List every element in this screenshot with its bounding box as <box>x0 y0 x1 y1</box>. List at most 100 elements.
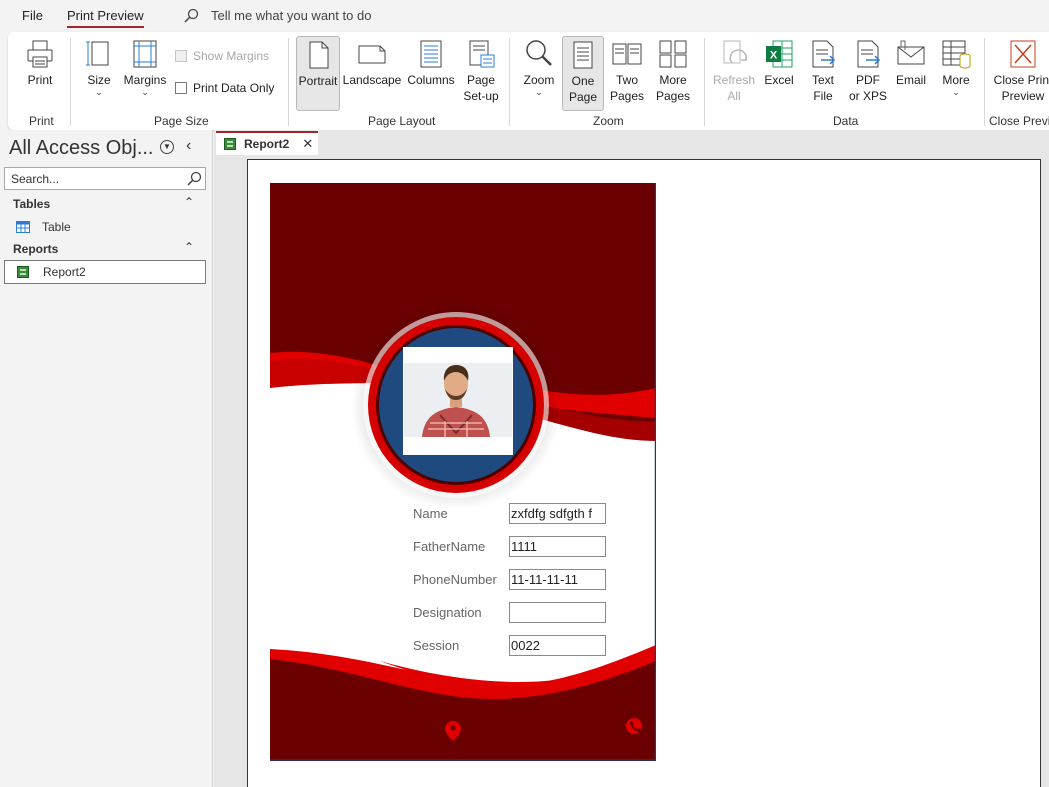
print-label: Print <box>27 73 53 87</box>
size-button[interactable]: Size ⌄ <box>84 38 114 97</box>
more-pages-label-2: Pages <box>655 89 691 103</box>
separator <box>984 38 985 126</box>
page-setup-label-2: Set-up <box>463 89 499 103</box>
chevron-up-icon[interactable]: ⌃ <box>184 195 194 209</box>
page-size-icon <box>86 41 109 66</box>
page-setup-button[interactable]: Page Set-up <box>460 38 502 104</box>
menu-bar: File Print Preview Tell me what you want… <box>0 0 1049 32</box>
separator <box>70 38 71 126</box>
excel-icon: X <box>766 40 793 68</box>
zoom-button[interactable]: Zoom ⌄ <box>518 38 560 97</box>
one-page-label-2: Page <box>568 90 598 104</box>
text-file-label-2: File <box>813 89 833 103</box>
text-file-button[interactable]: Text File <box>804 38 842 104</box>
field-label-designation: Designation <box>413 605 482 620</box>
excel-button[interactable]: X Excel <box>760 38 798 88</box>
close-label-1: Close Print <box>993 73 1049 87</box>
one-page-button[interactable]: One Page <box>562 36 604 111</box>
chevron-down-icon: ⌄ <box>535 87 543 97</box>
separator <box>704 38 705 126</box>
columns-button[interactable]: Columns <box>406 38 456 88</box>
email-button[interactable]: Email <box>892 38 930 88</box>
checkbox-box <box>175 82 187 94</box>
pdf-icon <box>857 40 881 68</box>
menu-file[interactable]: File <box>22 8 43 23</box>
tab-report2[interactable]: Report2 ✕ <box>216 131 318 155</box>
svg-text:X: X <box>770 50 778 62</box>
chevron-down-icon[interactable]: ▼ <box>160 140 174 154</box>
margins-button[interactable]: Margins ⌄ <box>122 38 168 97</box>
two-pages-label-1: Two <box>615 73 638 87</box>
close-label-2: Preview <box>1001 89 1045 103</box>
close-print-preview-button[interactable]: Close Print Preview <box>990 38 1049 104</box>
close-icon <box>1010 40 1036 68</box>
page-setup-icon <box>469 40 495 68</box>
show-margins-label: Show Margins <box>193 49 270 63</box>
chevron-up-icon[interactable]: ⌃ <box>184 240 194 254</box>
field-label-name: Name <box>413 506 448 521</box>
separator <box>288 38 289 126</box>
field-value-session: 0022 <box>509 635 606 656</box>
checkbox-box <box>175 50 187 62</box>
collapse-icon[interactable]: ‹ <box>186 137 191 155</box>
text-file-label-1: Text <box>811 73 834 87</box>
one-page-icon <box>573 41 593 69</box>
print-button[interactable]: Print <box>20 38 60 88</box>
search-input[interactable]: Search... <box>4 167 206 190</box>
group-label-page-layout: Page Layout <box>368 114 436 128</box>
group-label-close-preview: Close Preview <box>989 114 1049 128</box>
nav-item-report2[interactable]: Report2 <box>4 260 206 284</box>
chevron-down-icon: ⌄ <box>95 87 103 97</box>
tell-me-search[interactable]: Tell me what you want to do <box>211 8 371 23</box>
magnifier-icon <box>526 40 552 66</box>
print-data-only-checkbox[interactable]: Print Data Only <box>175 81 274 95</box>
group-label-print: Print <box>29 114 54 128</box>
refresh-label-1: Refresh <box>712 73 756 87</box>
chevron-down-icon: ⌄ <box>952 87 960 97</box>
field-value-fathername: 1111 <box>509 536 606 557</box>
columns-label: Columns <box>407 73 455 87</box>
more-button[interactable]: More ⌄ <box>936 38 976 97</box>
two-pages-icon <box>612 43 642 65</box>
ribbon: Print Print Size ⌄ Margins ⌄ Show Margin… <box>8 32 1049 130</box>
nav-item-label: Report2 <box>43 265 86 279</box>
landscape-button[interactable]: Landscape <box>342 38 402 88</box>
two-pages-button[interactable]: Two Pages <box>608 38 646 104</box>
table-icon <box>16 221 30 233</box>
chevron-down-icon: ⌄ <box>141 87 149 97</box>
search-icon <box>184 8 199 23</box>
field-label-phonenumber: PhoneNumber <box>413 572 497 587</box>
nav-section-reports[interactable]: Reports <box>13 242 58 256</box>
search-icon <box>187 171 202 186</box>
landscape-label: Landscape <box>342 73 402 87</box>
printer-icon <box>27 40 53 68</box>
close-icon[interactable]: ✕ <box>302 136 313 152</box>
nav-item-table[interactable]: Table <box>4 215 206 239</box>
refresh-all-button[interactable]: Refresh All <box>712 38 756 104</box>
portrait-button[interactable]: Portrait <box>296 36 340 111</box>
report-icon <box>17 266 29 278</box>
tab-label: Report2 <box>244 137 290 151</box>
field-label-session: Session <box>413 638 460 653</box>
group-label-data: Data <box>833 114 859 128</box>
nav-section-tables[interactable]: Tables <box>13 197 50 211</box>
show-margins-checkbox[interactable]: Show Margins <box>175 49 269 63</box>
refresh-label-2: All <box>727 89 741 103</box>
zoom-label: Zoom <box>523 73 555 87</box>
phone-icon <box>626 718 642 734</box>
more-label: More <box>942 73 970 87</box>
more-pages-button[interactable]: More Pages <box>648 38 698 104</box>
columns-icon <box>420 40 442 68</box>
more-pages-label-1: More <box>659 73 687 87</box>
group-label-zoom: Zoom <box>593 114 624 128</box>
portrait-label: Portrait <box>298 74 338 88</box>
nav-title[interactable]: All Access Obj... <box>9 137 154 160</box>
email-label: Email <box>895 73 926 87</box>
margins-label: Margins <box>123 73 167 87</box>
menu-print-preview[interactable]: Print Preview <box>67 8 144 28</box>
pdf-xps-button[interactable]: PDF or XPS <box>846 38 890 104</box>
print-data-only-label: Print Data Only <box>193 81 275 95</box>
pdf-label-1: PDF <box>856 73 880 87</box>
email-icon <box>897 40 925 65</box>
text-file-icon <box>812 40 836 68</box>
